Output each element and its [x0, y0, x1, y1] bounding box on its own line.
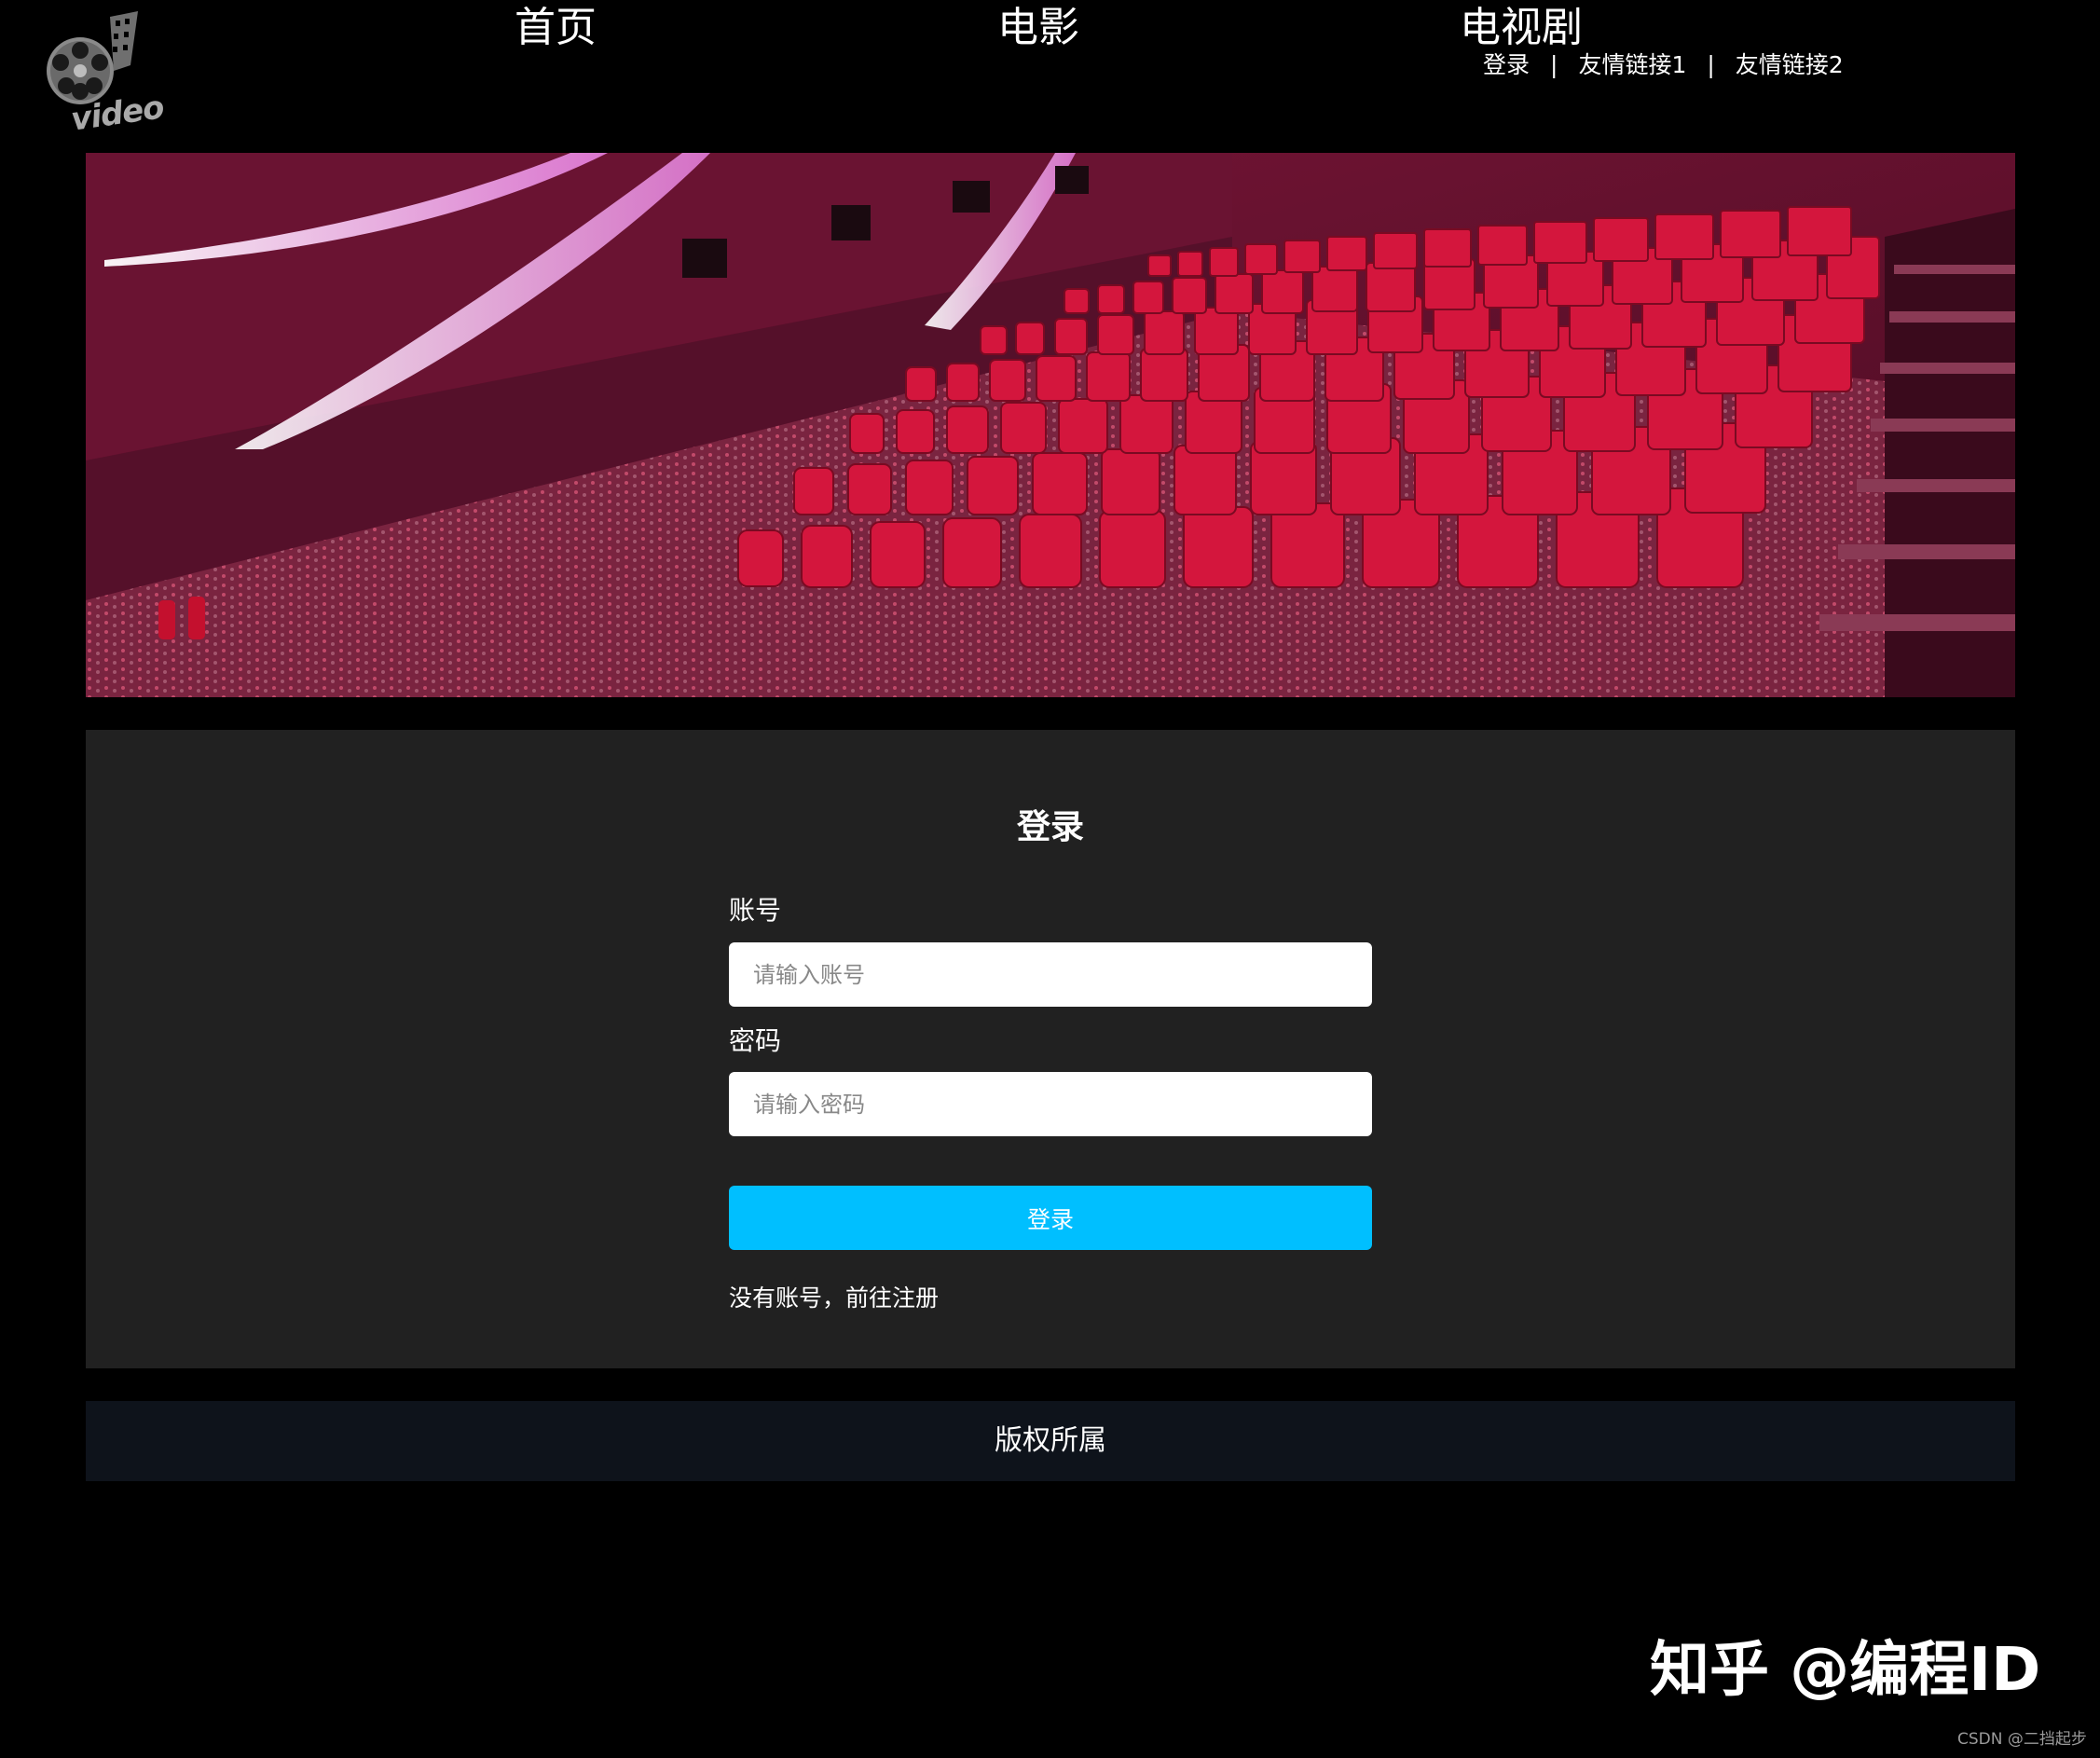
nav-movie[interactable]: 电影 [997, 2, 1079, 54]
cinema-hall-image [86, 153, 2015, 697]
site-header: video 首页 电影 电视剧 登录 | 友情链接1 | 友情链接2 [0, 0, 2100, 153]
login-title: 登录 [1016, 808, 1084, 846]
account-label: 账号 [729, 895, 782, 926]
password-label: 密码 [729, 1025, 782, 1056]
login-button[interactable]: 登录 [729, 1186, 1372, 1250]
top-links: 登录 | 友情链接1 | 友情链接2 [1483, 48, 1844, 82]
cinema-banner [86, 153, 2015, 697]
register-link[interactable]: 没有账号，前往注册 [729, 1282, 939, 1315]
top-login-link[interactable]: 登录 [1483, 48, 1530, 82]
friend-link-1[interactable]: 友情链接1 [1578, 48, 1686, 82]
site-logo[interactable]: video [41, 9, 166, 140]
nav-home[interactable]: 首页 [515, 2, 597, 54]
nav-tv[interactable]: 电视剧 [1460, 2, 1583, 54]
zhihu-watermark: 知乎 @编程ID [1650, 1636, 2041, 1705]
login-panel: 登录 账号 密码 登录 没有账号，前往注册 [86, 730, 2015, 1368]
csdn-watermark: CSDN @二挡起步 [1957, 1730, 2087, 1749]
password-input[interactable] [729, 1072, 1372, 1136]
copyright-text: 版权所属 [995, 1424, 1106, 1457]
friend-link-2[interactable]: 友情链接2 [1736, 48, 1844, 82]
link-separator: | [1550, 51, 1558, 78]
account-input[interactable] [729, 942, 1372, 1007]
link-separator: | [1707, 51, 1715, 78]
site-footer: 版权所属 [86, 1401, 2015, 1481]
